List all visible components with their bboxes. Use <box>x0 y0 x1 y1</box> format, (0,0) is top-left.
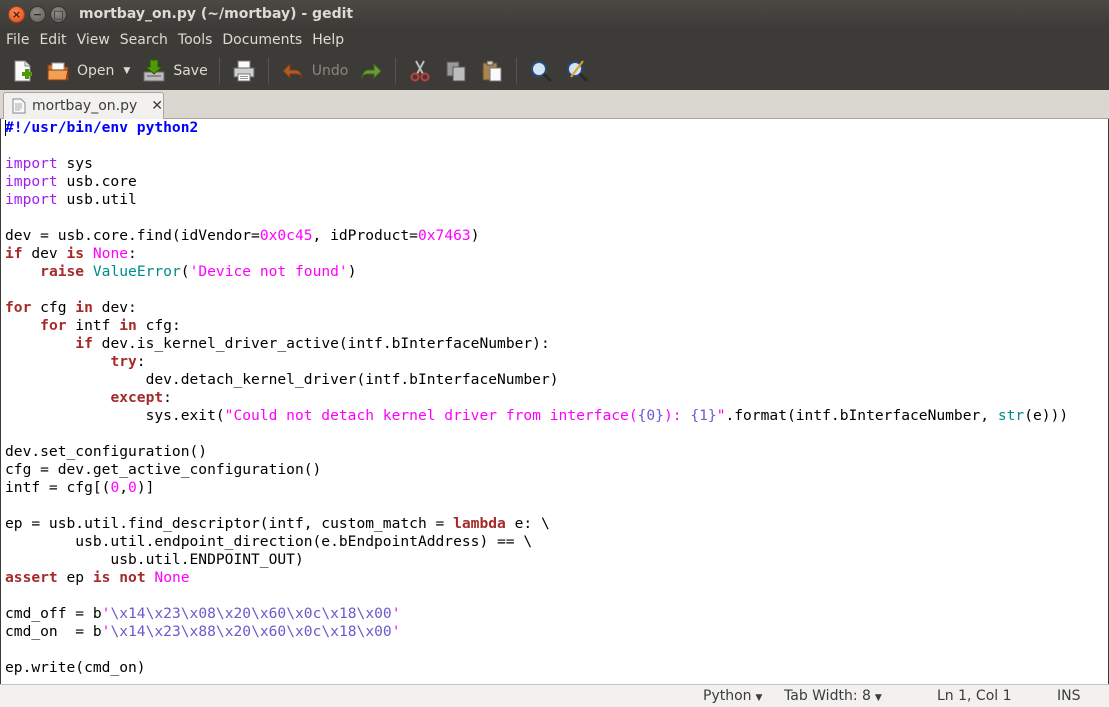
replace-icon <box>567 60 589 83</box>
code-line: usb.util.endpoint_direction(e.bEndpointA… <box>5 533 533 550</box>
toolbar-separator <box>267 58 269 84</box>
code-line: intf = cfg[(0,0)] <box>5 479 155 496</box>
open-icon <box>47 62 69 81</box>
toolbar-separator <box>395 58 397 84</box>
code-line: #!/usr/bin/env python2 <box>5 119 199 136</box>
document-tab-strip: mortbay_on.py ✕ <box>0 90 1109 119</box>
find-button[interactable] <box>523 54 559 88</box>
close-window-button[interactable]: × <box>8 5 25 23</box>
text-file-icon <box>12 98 26 114</box>
code-line: except: <box>110 389 172 406</box>
toolbar-separator <box>516 58 518 84</box>
redo-icon <box>361 62 382 80</box>
code-line: sys.exit("Could not detach kernel driver… <box>5 407 1069 424</box>
menu-help[interactable]: Help <box>307 32 349 48</box>
open-recent-dropdown-icon[interactable]: ▼ <box>123 66 130 76</box>
cut-button[interactable] <box>402 54 438 88</box>
menu-search[interactable]: Search <box>115 32 173 48</box>
paste-button[interactable] <box>474 54 510 88</box>
code-line: if dev is None: <box>5 245 137 262</box>
code-line: raise ValueError('Device not found') <box>40 263 357 280</box>
code-line: import sys <box>5 155 93 172</box>
toolbar: Open ▼ Save Undo <box>0 52 1109 90</box>
document-tab[interactable]: mortbay_on.py ✕ <box>3 92 164 119</box>
menu-tools[interactable]: Tools <box>173 32 218 48</box>
menu-view[interactable]: View <box>72 32 115 48</box>
tab-width-dropdown-icon: ▼ <box>874 693 882 703</box>
code-line: for cfg in dev: <box>5 299 137 316</box>
code-line: usb.util.ENDPOINT_OUT) <box>5 551 304 568</box>
code-line: for intf in cfg: <box>40 317 181 334</box>
code-line: dev.detach_kernel_driver(intf.bInterface… <box>5 371 559 388</box>
window-title: mortbay_on.py (~/mortbay) - gedit <box>79 6 354 22</box>
code-line: import usb.util <box>5 191 137 208</box>
code-line: cmd_on = b'\x14\x23\x88\x20\x60\x0c\x18\… <box>5 623 401 640</box>
code-line: try: <box>110 353 146 370</box>
tab-label: mortbay_on.py <box>32 98 138 114</box>
menu-documents[interactable]: Documents <box>217 32 307 48</box>
new-document-button[interactable] <box>4 54 40 88</box>
undo-icon <box>281 62 303 80</box>
code-line: ep.write(cmd_on) <box>5 659 146 676</box>
code-line: if dev.is_kernel_driver_active(intf.bInt… <box>75 335 550 352</box>
cut-icon <box>410 60 430 82</box>
redo-button[interactable] <box>353 54 389 88</box>
language-dropdown-icon: ▼ <box>755 693 763 703</box>
toolbar-separator <box>218 58 220 84</box>
code-line: assert ep is not None <box>5 569 190 586</box>
title-bar: × − □ mortbay_on.py (~/mortbay) - gedit <box>0 0 1109 28</box>
menu-edit[interactable]: Edit <box>34 32 71 48</box>
copy-icon <box>446 61 466 82</box>
insert-mode: INS <box>1057 688 1081 704</box>
tab-width-label: Tab Width: 8 <box>784 688 871 704</box>
code-line: import usb.core <box>5 173 137 190</box>
replace-button[interactable] <box>559 54 595 88</box>
find-icon <box>531 61 553 83</box>
menu-file[interactable]: File <box>0 32 34 48</box>
print-button[interactable] <box>226 54 262 88</box>
open-label: Open <box>77 63 115 79</box>
status-bar: Python ▼ Tab Width: 8 ▼ Ln 1, Col 1 INS <box>0 684 1109 707</box>
undo-label: Undo <box>311 63 349 79</box>
minimize-window-button[interactable]: − <box>29 5 46 23</box>
save-button[interactable]: Save <box>136 54 212 88</box>
code-line: cfg = dev.get_active_configuration() <box>5 461 322 478</box>
cursor-position: Ln 1, Col 1 <box>937 688 1012 704</box>
menu-bar: File Edit View Search Tools Documents He… <box>0 28 1109 52</box>
code-line: dev = usb.core.find(idVendor=0x0c45, idP… <box>5 227 480 244</box>
open-button[interactable]: Open <box>40 54 119 88</box>
new-document-icon <box>14 60 32 82</box>
language-label: Python <box>703 688 752 704</box>
print-icon <box>233 60 255 82</box>
tab-close-icon[interactable]: ✕ <box>151 98 163 114</box>
maximize-window-button[interactable]: □ <box>50 5 67 23</box>
code-line: dev.set_configuration() <box>5 443 208 460</box>
undo-button[interactable]: Undo <box>275 54 354 88</box>
copy-button[interactable] <box>438 54 474 88</box>
code-line: ep = usb.util.find_descriptor(intf, cust… <box>5 515 550 532</box>
tab-width-selector[interactable]: Tab Width: 8 ▼ <box>784 687 882 706</box>
save-label: Save <box>173 63 208 79</box>
code-line: cmd_off = b'\x14\x23\x08\x20\x60\x0c\x18… <box>5 605 401 622</box>
save-icon <box>143 59 165 82</box>
code-editor[interactable]: #!/usr/bin/env python2 import sys import … <box>1 119 1108 684</box>
paste-icon <box>482 60 502 82</box>
language-selector[interactable]: Python ▼ <box>703 687 762 706</box>
